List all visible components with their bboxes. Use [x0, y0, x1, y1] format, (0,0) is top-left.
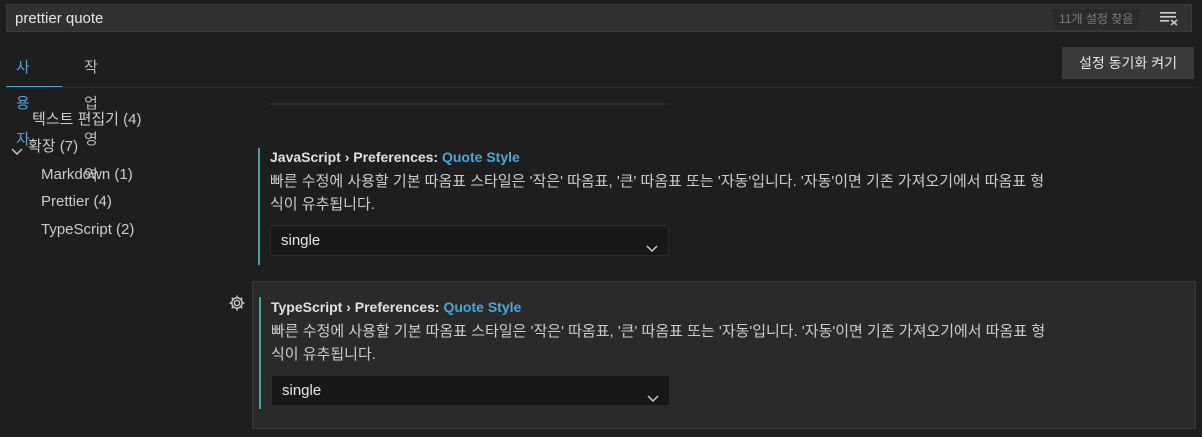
toc-item-extensions[interactable]: 확장 (7): [10, 136, 78, 158]
setting-javascript-quote-style: JavaScript › Preferences: Quote Style 빠른…: [252, 137, 1196, 271]
toc-item-label: Prettier (4): [41, 193, 112, 210]
toc-item-label: Markdown (1): [41, 166, 133, 183]
tab-workspace[interactable]: 작업 영역: [84, 50, 98, 184]
description-line: 식이 유추됩니다.: [270, 196, 375, 213]
modified-indicator: [258, 148, 260, 265]
description-line: 빠른 수정에 사용할 기본 따옴표 스타일은 '작은' 따옴표, '큰' 따옴표…: [271, 323, 1046, 340]
toc-item-label: TypeScript (2): [41, 221, 135, 238]
toc-item-label: 텍스트 편집기 (4): [32, 111, 142, 128]
quote-style-select[interactable]: single: [270, 225, 669, 256]
gear-icon[interactable]: [228, 294, 246, 312]
tab-user[interactable]: 사용자: [16, 50, 30, 148]
quote-style-select[interactable]: single: [271, 375, 670, 406]
setting-description: 빠른 수정에 사용할 기본 따옴표 스타일은 '작은' 따옴표, '큰' 따옴표…: [270, 170, 1180, 216]
toc-item-prettier[interactable]: Prettier (4): [41, 191, 112, 213]
chevron-down-icon: [647, 385, 659, 403]
select-value: single: [281, 232, 321, 249]
previous-setting-control-edge: [270, 103, 668, 105]
toc-item-label: 확장 (7): [28, 138, 79, 155]
filter-clear-icon[interactable]: [1158, 9, 1180, 27]
setting-title: JavaScript › Preferences: Quote Style: [270, 149, 520, 165]
settings-search-input[interactable]: [6, 4, 1192, 32]
toc-item-text-editor[interactable]: 텍스트 편집기 (4): [32, 109, 141, 131]
select-value: single: [282, 382, 322, 399]
setting-key: Quote Style: [441, 149, 520, 165]
description-line: 빠른 수정에 사용할 기본 따옴표 스타일은 '작은' 따옴표, '큰' 따옴표…: [270, 173, 1045, 190]
chevron-down-icon: [10, 142, 24, 156]
setting-category: TypeScript › Preferences:: [271, 299, 444, 315]
chevron-down-icon: [646, 235, 658, 253]
toc-item-markdown[interactable]: Markdown (1): [41, 164, 133, 186]
setting-category: JavaScript › Preferences:: [270, 149, 442, 165]
search-bar: 11개 설정 찾음: [0, 0, 1202, 35]
header-divider: [6, 87, 1196, 88]
setting-key: Quote Style: [443, 299, 522, 315]
setting-description: 빠른 수정에 사용할 기본 따옴표 스타일은 '작은' 따옴표, '큰' 따옴표…: [271, 320, 1181, 366]
toc-item-typescript[interactable]: TypeScript (2): [41, 219, 134, 241]
setting-title: TypeScript › Preferences: Quote Style: [271, 299, 521, 315]
setting-typescript-quote-style: TypeScript › Preferences: Quote Style 빠른…: [252, 281, 1196, 429]
turn-on-settings-sync-button[interactable]: 설정 동기화 켜기: [1062, 47, 1194, 79]
description-line: 식이 유추됩니다.: [271, 346, 376, 363]
modified-indicator: [259, 297, 261, 409]
search-result-count: 11개 설정 찾음: [1053, 9, 1140, 29]
